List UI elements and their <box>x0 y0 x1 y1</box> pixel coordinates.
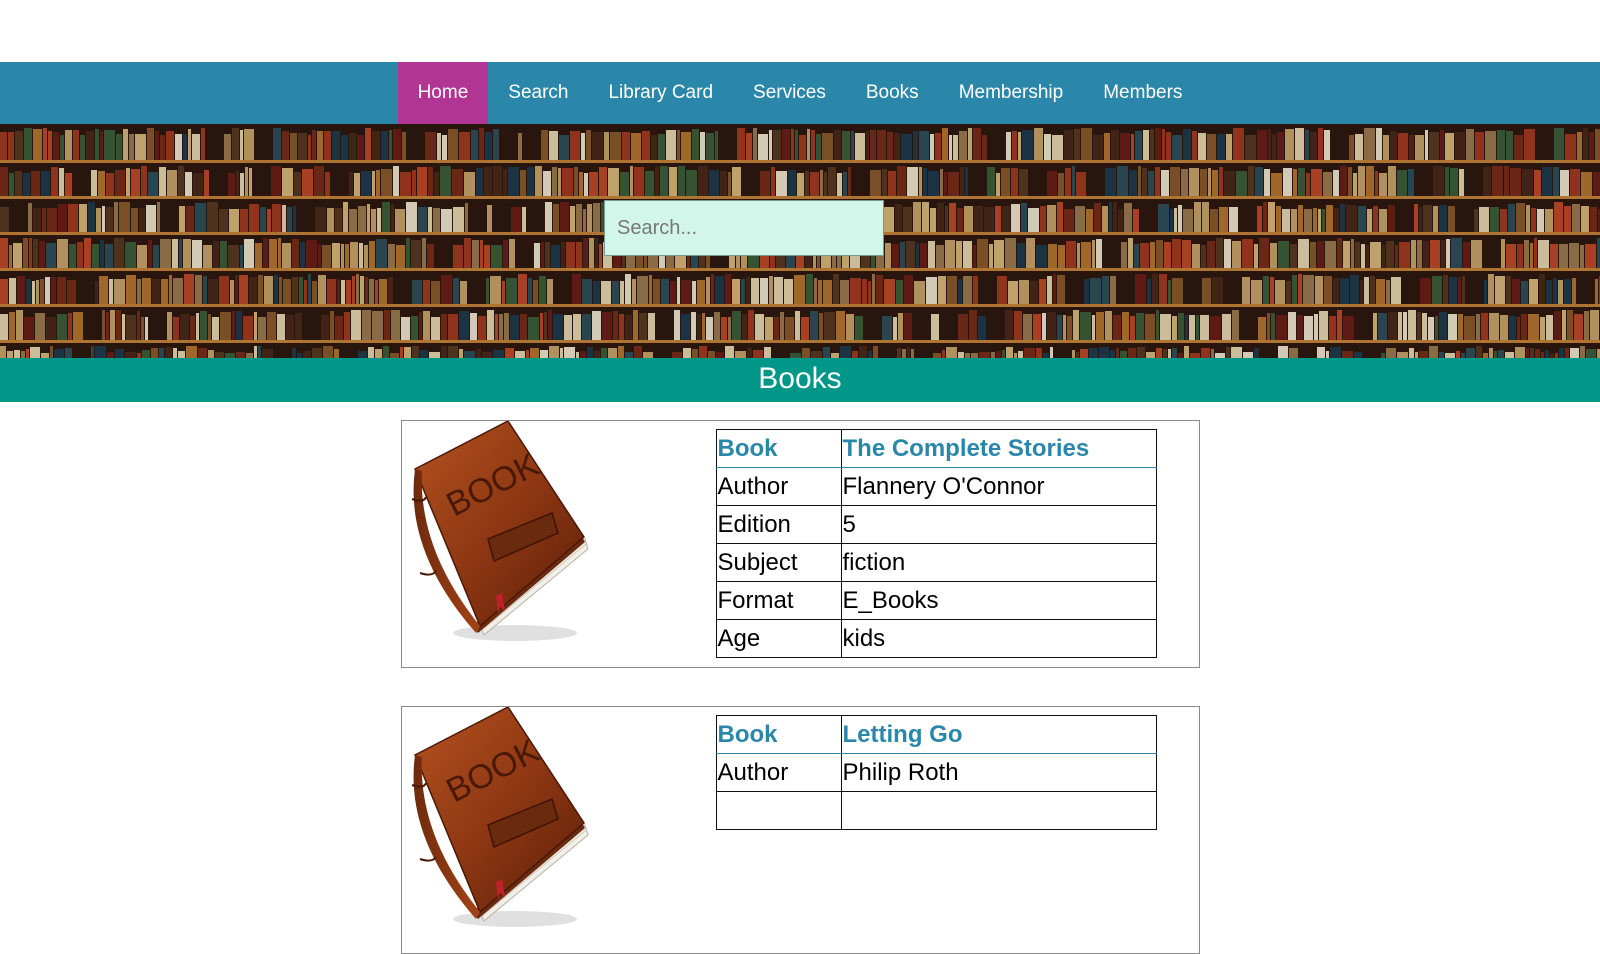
table-row: Edition 5 <box>715 505 1157 544</box>
book-details-table: Book The Complete Stories Author Flanner… <box>715 429 1157 658</box>
nav-books[interactable]: Books <box>846 62 939 124</box>
nav-membership[interactable]: Membership <box>939 62 1084 124</box>
nav-home[interactable]: Home <box>397 62 489 124</box>
author-value: Philip Roth <box>840 753 1157 792</box>
book-label: Book <box>715 429 842 468</box>
book-title: Letting Go <box>840 715 1157 754</box>
search-input[interactable] <box>604 200 884 256</box>
book-title: The Complete Stories <box>840 429 1157 468</box>
edition-value: 5 <box>840 505 1157 544</box>
table-row: Author Philip Roth <box>715 753 1157 792</box>
format-label: Format <box>715 581 842 620</box>
table-row: Book Letting Go <box>715 715 1157 754</box>
author-value: Flannery O'Connor <box>840 467 1157 506</box>
edition-label: Edition <box>715 505 842 544</box>
nav-members[interactable]: Members <box>1083 62 1202 124</box>
main-navigation: Home Search Library Card Services Books … <box>0 62 1600 124</box>
table-row: Book The Complete Stories <box>715 429 1157 468</box>
book-icon <box>410 707 589 927</box>
age-value: kids <box>840 619 1157 658</box>
age-label: Age <box>715 619 842 658</box>
subject-label: Subject <box>715 543 842 582</box>
nav-search[interactable]: Search <box>488 62 588 124</box>
format-value: E_Books <box>840 581 1157 620</box>
bookshelf-banner <box>0 124 1600 358</box>
table-row: Subject fiction <box>715 543 1157 582</box>
book-details-table: Book Letting Go Author Philip Roth <box>715 715 1157 830</box>
nav-library-card[interactable]: Library Card <box>588 62 733 124</box>
table-row: Format E_Books <box>715 581 1157 620</box>
table-row: Author Flannery O'Connor <box>715 467 1157 506</box>
book-card: Book The Complete Stories Author Flanner… <box>400 420 1200 668</box>
book-icon <box>410 421 589 641</box>
author-label: Author <box>715 753 842 792</box>
nav-services[interactable]: Services <box>733 62 846 124</box>
top-spacer <box>0 0 1600 62</box>
section-title: Books <box>0 358 1600 402</box>
book-list: Book The Complete Stories Author Flanner… <box>0 402 1600 954</box>
book-label: Book <box>715 715 842 754</box>
book-card: Book Letting Go Author Philip Roth <box>400 706 1200 954</box>
table-row: Age kids <box>715 619 1157 658</box>
author-label: Author <box>715 467 842 506</box>
subject-value: fiction <box>840 543 1157 582</box>
